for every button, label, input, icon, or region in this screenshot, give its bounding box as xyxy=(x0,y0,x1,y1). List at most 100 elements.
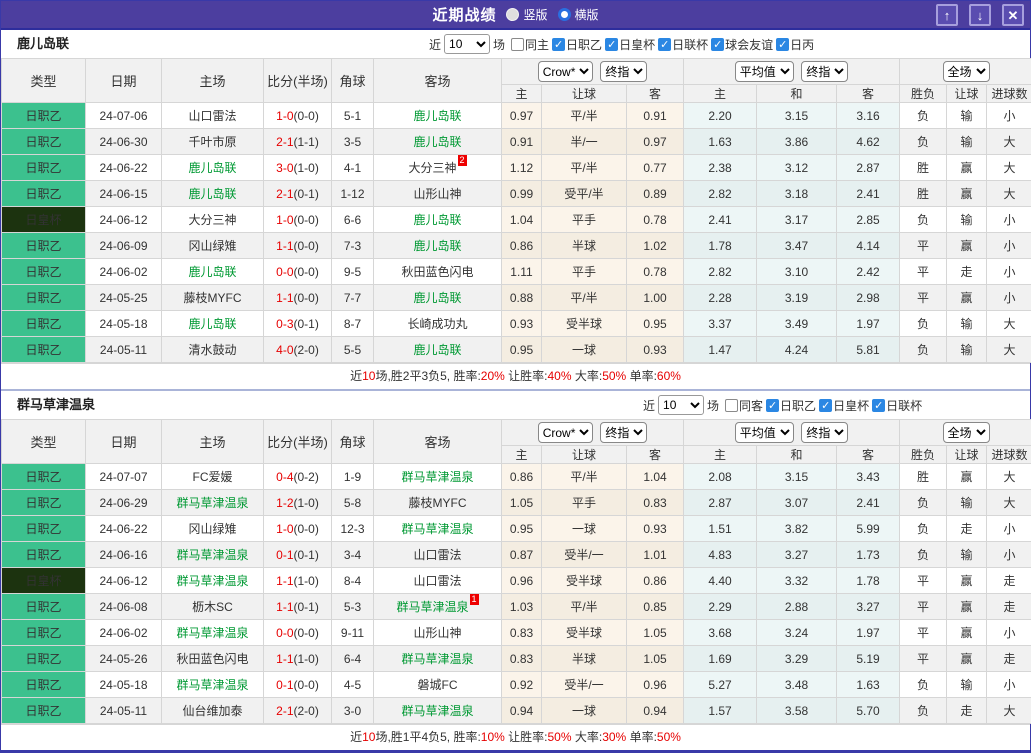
away-team-cell: 群马草津温泉 xyxy=(374,464,502,490)
final-odds-select[interactable]: 终指 xyxy=(801,61,848,82)
match-row: 日皇杯 24-06-12 大分三神 1-0(0-0) 6-6 鹿儿岛联 1.04… xyxy=(2,207,1031,233)
away-team-link[interactable]: 山形山神 xyxy=(413,626,461,640)
match-type: 日职乙 xyxy=(2,233,86,259)
away-team-link[interactable]: 山形山神 xyxy=(413,187,461,201)
checkbox-icon[interactable] xyxy=(605,38,618,51)
home-team-link[interactable]: 秋田蓝色闪电 xyxy=(176,652,248,666)
away-team-link[interactable]: 群马草津温泉 xyxy=(401,704,473,718)
home-team-link[interactable]: 群马草津温泉 xyxy=(176,548,248,562)
home-team-section: 鹿儿岛联 近 10 场 同主 xyxy=(1,30,1030,389)
home-team-link[interactable]: 鹿儿岛联 xyxy=(188,265,236,279)
away-team-link[interactable]: 秋田蓝色闪电 xyxy=(401,265,473,279)
away-team-link[interactable]: 藤枝MYFC xyxy=(409,496,467,510)
radio-vertical-layout[interactable]: 竖版 xyxy=(506,6,547,23)
away-team-link[interactable]: 鹿儿岛联 xyxy=(413,343,461,357)
checkbox-icon[interactable] xyxy=(725,399,738,412)
away-team-cell: 鹿儿岛联 xyxy=(374,129,502,155)
away-team-link[interactable]: 山口雷法 xyxy=(413,574,461,588)
home-team-link[interactable]: 群马草津温泉 xyxy=(176,626,248,640)
checkbox-icon[interactable] xyxy=(766,399,779,412)
move-down-button[interactable]: ↓ xyxy=(969,4,991,26)
league-filter-checkbox[interactable]: 日皇杯 xyxy=(605,36,655,53)
home-team-link[interactable]: 大分三神 xyxy=(188,213,236,227)
checkbox-icon[interactable] xyxy=(711,38,724,51)
away-team-link[interactable]: 鹿儿岛联 xyxy=(413,109,461,123)
fulltime-score: 0-0 xyxy=(276,626,293,640)
away-team-link[interactable]: 长崎成功丸 xyxy=(407,317,467,331)
away-team-link[interactable]: 群马草津温泉 xyxy=(401,470,473,484)
league-filter-checkbox[interactable]: 日联杯 xyxy=(872,397,922,414)
league-filter-checkbox[interactable]: 日职乙 xyxy=(766,397,816,414)
home-team-link[interactable]: 鹿儿岛联 xyxy=(188,187,236,201)
away-team-link[interactable]: 鹿儿岛联 xyxy=(413,239,461,253)
radio-selected-icon[interactable] xyxy=(558,8,571,21)
away-team-link[interactable]: 鹿儿岛联 xyxy=(413,135,461,149)
final-odds-select[interactable]: 终指 xyxy=(801,422,848,443)
away-team-link[interactable]: 山口雷法 xyxy=(413,548,461,562)
league-filter-checkbox[interactable]: 日皇杯 xyxy=(819,397,869,414)
away-team-link[interactable]: 群马草津温泉 xyxy=(401,522,473,536)
final-odds-select[interactable]: 终指 xyxy=(600,61,647,82)
league-filter-checkbox[interactable]: 同主 xyxy=(511,36,549,53)
home-team-link[interactable]: 仙台维加泰 xyxy=(182,704,242,718)
home-team-link[interactable]: 清水鼓动 xyxy=(188,343,236,357)
away-team-link[interactable]: 群马草津温泉 xyxy=(396,600,468,614)
away-team-link[interactable]: 大分三神 xyxy=(408,161,456,175)
final-odds-select[interactable]: 终指 xyxy=(600,422,647,443)
radio-horizontal-layout[interactable]: 横版 xyxy=(558,6,599,23)
checkbox-icon[interactable] xyxy=(776,38,789,51)
away-team-link[interactable]: 鹿儿岛联 xyxy=(413,213,461,227)
home-team-link[interactable]: 群马草津温泉 xyxy=(176,574,248,588)
result-wdl: 负 xyxy=(900,207,947,233)
league-filter-checkbox[interactable]: 日职乙 xyxy=(552,36,602,53)
league-filter-checkbox[interactable]: 同客 xyxy=(725,397,763,414)
away-team-link[interactable]: 鹿儿岛联 xyxy=(413,291,461,305)
checkbox-label: 日职乙 xyxy=(780,397,816,414)
move-up-button[interactable]: ↑ xyxy=(936,4,958,26)
away-team-cell: 长崎成功丸 xyxy=(374,311,502,337)
home-team-link[interactable]: 群马草津温泉 xyxy=(176,678,248,692)
corners-cell: 9-5 xyxy=(332,259,374,285)
home-team-link[interactable]: 鹿儿岛联 xyxy=(188,317,236,331)
bookmaker-select[interactable]: Crow* xyxy=(538,61,593,82)
handicap-odds-home: 0.86 xyxy=(502,233,542,259)
home-team-link[interactable]: 冈山绿雉 xyxy=(188,239,236,253)
recent-count-select[interactable]: 10 xyxy=(658,395,704,415)
checkbox-icon[interactable] xyxy=(658,38,671,51)
home-team-cell: 清水鼓动 xyxy=(162,337,264,363)
home-team-link[interactable]: 山口雷法 xyxy=(188,109,236,123)
score-cell: 2-1(0-1) xyxy=(264,181,332,207)
home-team-link[interactable]: 群马草津温泉 xyxy=(176,496,248,510)
result-handicap: 赢 xyxy=(947,181,987,207)
home-team-link[interactable]: 枥木SC xyxy=(192,600,233,614)
score-cell: 1-1(1-0) xyxy=(264,568,332,594)
avg-odds-away: 2.85 xyxy=(837,207,900,233)
away-team-link[interactable]: 群马草津温泉 xyxy=(401,652,473,666)
home-team-link[interactable]: 千叶市原 xyxy=(188,135,236,149)
league-filter-checkbox[interactable]: 日丙 xyxy=(776,36,814,53)
radio-unselected-icon[interactable] xyxy=(506,8,519,21)
home-team-link[interactable]: 鹿儿岛联 xyxy=(188,161,236,175)
score-cell: 4-0(2-0) xyxy=(264,337,332,363)
home-team-link[interactable]: 藤枝MYFC xyxy=(184,291,242,305)
summary-part: 30% xyxy=(602,730,626,744)
match-row: 日皇杯 24-06-12 群马草津温泉 1-1(1-0) 8-4 山口雷法 0.… xyxy=(2,568,1031,594)
match-type: 日职乙 xyxy=(2,155,86,181)
league-filter-checkbox[interactable]: 球会友谊 xyxy=(711,36,773,53)
close-button[interactable]: ✕ xyxy=(1002,4,1024,26)
bookmaker-select[interactable]: Crow* xyxy=(538,422,593,443)
fulltime-select[interactable]: 全场 xyxy=(943,61,990,82)
home-team-link[interactable]: 冈山绿雉 xyxy=(188,522,236,536)
col-away: 客场 xyxy=(374,420,502,464)
checkbox-icon[interactable] xyxy=(872,399,885,412)
average-select[interactable]: 平均值 xyxy=(735,61,794,82)
checkbox-icon[interactable] xyxy=(819,399,832,412)
average-select[interactable]: 平均值 xyxy=(735,422,794,443)
away-team-link[interactable]: 磐城FC xyxy=(418,678,458,692)
home-team-link[interactable]: FC爱媛 xyxy=(193,470,233,484)
recent-count-select[interactable]: 10 xyxy=(444,34,490,54)
checkbox-icon[interactable] xyxy=(552,38,565,51)
checkbox-icon[interactable] xyxy=(511,38,524,51)
league-filter-checkbox[interactable]: 日联杯 xyxy=(658,36,708,53)
fulltime-select[interactable]: 全场 xyxy=(943,422,990,443)
